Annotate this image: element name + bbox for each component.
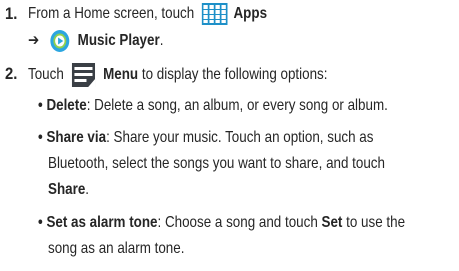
share-suffix: . [85,181,90,198]
menu-icon [71,63,96,87]
option-term: Share via [46,129,107,146]
option-share-via-line-2: Bluetooth, select the songs you want to … [48,155,385,172]
share-label: Share [48,181,86,198]
option-term: Delete [46,97,87,114]
step-number: 1. [5,5,18,23]
step-2-prefix: Touch [28,66,64,84]
step-1-prefix: From a Home screen, touch [28,5,195,23]
option-delete: • Delete: Delete a song, an album, or ev… [38,96,388,116]
step-2-suffix: to display the following options: [141,66,328,84]
set-label: Set [321,214,343,231]
apps-label: Apps [233,5,268,23]
menu-label: Menu [103,66,139,84]
option-description: : Choose a song and touch [157,214,322,231]
instruction-page: 1. From a Home screen, touch Apps ➔ Musi… [0,0,459,271]
bullet: • [38,129,43,146]
option-term: Set as alarm tone [46,214,158,231]
bullet: • [38,97,43,114]
apps-grid-icon [201,3,228,25]
option-set-alarm-tone-line-2: song as an alarm tone. [48,240,185,257]
option-share-via: • Share via: Share your music. Touch an … [38,128,373,148]
option-share-via-line-3: Share. [48,180,89,200]
step-1-line-1: From a Home screen, touch Apps [28,3,268,25]
option-set-alarm-tone: • Set as alarm tone: Choose a song and t… [38,213,405,233]
step-2-line-1: Touch Menu to display the following opti… [28,63,328,87]
music-player-icon [50,29,71,52]
music-player-suffix: . [159,32,164,50]
arrow-icon: ➔ [28,32,40,50]
step-1-line-2: ➔ Music Player. [28,30,163,52]
bullet: • [38,214,43,231]
step-number: 2. [5,65,18,83]
music-player-label: Music Player [77,32,160,50]
option-description: : Delete a song, an album, or every song… [86,97,388,114]
option-description-end: to use the [342,214,406,231]
option-description: : Share your music. Touch an option, suc… [106,129,374,146]
